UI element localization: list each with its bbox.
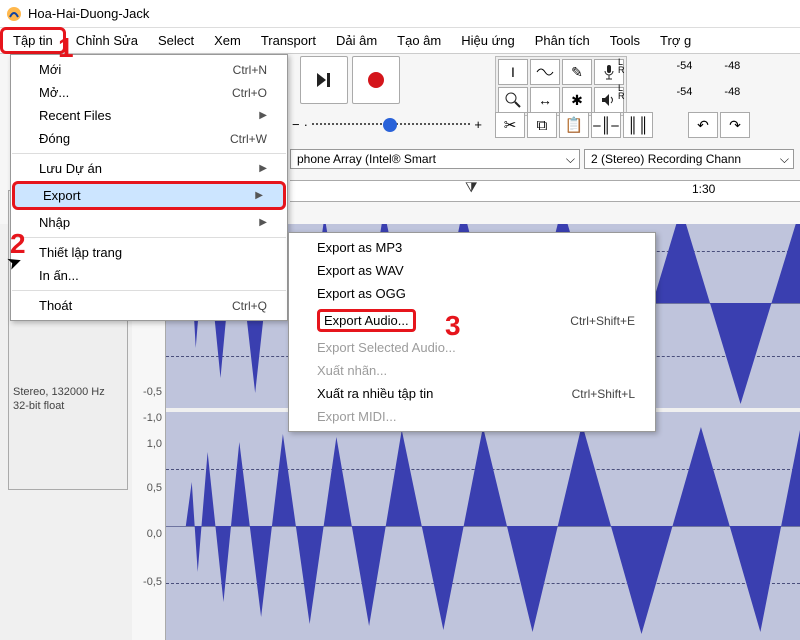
cut-icon[interactable]: ✂ [495, 112, 525, 138]
lr-label: LR [618, 58, 625, 74]
menu-close[interactable]: ĐóngCtrl+W [11, 127, 287, 150]
record-button[interactable] [352, 56, 400, 104]
menu-page-setup[interactable]: Thiết lập trang [11, 241, 287, 264]
export-submenu-popup: Export as MP3 Export as WAV Export as OG… [288, 232, 656, 432]
redo-icon[interactable]: ↷ [720, 112, 750, 138]
menu-export-mp3[interactable]: Export as MP3 [289, 236, 655, 259]
menu-export-selected: Export Selected Audio... [289, 336, 655, 359]
timeshift-tool-icon[interactable]: ↔ [530, 87, 560, 113]
trim-icon[interactable]: ⎯║⎯ [591, 112, 621, 138]
playback-meter[interactable]: LR -54 -48 [618, 84, 798, 100]
menu-view[interactable]: Xem [204, 30, 251, 51]
envelope-tool-icon[interactable] [530, 59, 560, 85]
undo-icon[interactable]: ↶ [688, 112, 718, 138]
menu-export-multiple[interactable]: Xuất ra nhiều tập tinCtrl+Shift+L [289, 382, 655, 405]
recording-meter[interactable]: LR -54 -48 [618, 58, 798, 74]
menu-effect[interactable]: Hiệu ứng [451, 30, 525, 51]
menu-new[interactable]: MớiCtrl+N [11, 58, 287, 81]
menu-export-wav[interactable]: Export as WAV [289, 259, 655, 282]
title-bar: Hoa-Hai-Duong-Jack [0, 0, 800, 28]
channels-combo[interactable]: 2 (Stereo) Recording Chann [584, 149, 794, 169]
track-info-format: 32-bit float [9, 399, 127, 413]
menu-open[interactable]: Mở...Ctrl+O [11, 81, 287, 104]
multi-tool-icon[interactable]: ✱ [562, 87, 592, 113]
skip-end-button[interactable] [300, 56, 348, 104]
copy-icon[interactable]: ⧉ [527, 112, 557, 138]
paste-icon[interactable]: 📋 [559, 112, 589, 138]
annotation-1: 1 [58, 32, 74, 64]
draw-tool-icon[interactable]: ✎ [562, 59, 592, 85]
input-device-combo[interactable]: phone Array (Intel® Smart [290, 149, 580, 169]
audacity-icon [6, 6, 22, 22]
menu-generate[interactable]: Tạo âm [387, 30, 451, 51]
menu-transport[interactable]: Transport [251, 30, 326, 51]
menu-analyze[interactable]: Phân tích [525, 30, 600, 51]
file-menu-popup: MớiCtrl+N Mở...Ctrl+O Recent Files▶ Đóng… [10, 54, 288, 321]
window-title: Hoa-Hai-Duong-Jack [28, 6, 149, 21]
zoom-tool-icon[interactable] [498, 87, 528, 113]
menu-tracks[interactable]: Dải âm [326, 30, 387, 51]
menu-print[interactable]: In ấn... [11, 264, 287, 287]
menu-import[interactable]: Nhập▶ [11, 211, 287, 234]
timeline-ruler[interactable]: ⧩ 1:30 [290, 180, 800, 202]
playhead-pin-icon[interactable]: ⧩ [465, 179, 478, 196]
menu-save-project[interactable]: Lưu Dự án▶ [11, 157, 287, 180]
waveform-channel-2[interactable] [166, 412, 800, 640]
menu-exit[interactable]: ThoátCtrl+Q [11, 294, 287, 317]
menu-export-midi: Export MIDI... [289, 405, 655, 428]
tools-grid: I ✎ ↔ ✱ [495, 56, 627, 116]
menu-bar: Tập tin Chỉnh Sửa Select Xem Transport D… [0, 28, 800, 54]
track-info-rate: Stereo, 132000 Hz [9, 385, 127, 399]
menu-export-ogg[interactable]: Export as OGG [289, 282, 655, 305]
menu-tools[interactable]: Tools [600, 30, 650, 51]
menu-recent-files[interactable]: Recent Files▶ [11, 104, 287, 127]
menu-select[interactable]: Select [148, 30, 204, 51]
menu-edit[interactable]: Chỉnh Sửa [66, 30, 148, 51]
menu-export[interactable]: Export▶ [12, 181, 286, 210]
volume-slider[interactable]: − · + [292, 112, 482, 136]
timeline-tick: 1:30 [692, 182, 715, 196]
annotation-3: 3 [445, 310, 461, 342]
menu-export-labels: Xuất nhãn... [289, 359, 655, 382]
menu-export-audio[interactable]: Export Audio... Ctrl+Shift+E [289, 305, 655, 336]
selection-tool-icon[interactable]: I [498, 59, 528, 85]
menu-file[interactable]: Tập tin [0, 27, 66, 54]
silence-icon[interactable]: ║║ [623, 112, 653, 138]
menu-help[interactable]: Trợ g [650, 30, 701, 51]
